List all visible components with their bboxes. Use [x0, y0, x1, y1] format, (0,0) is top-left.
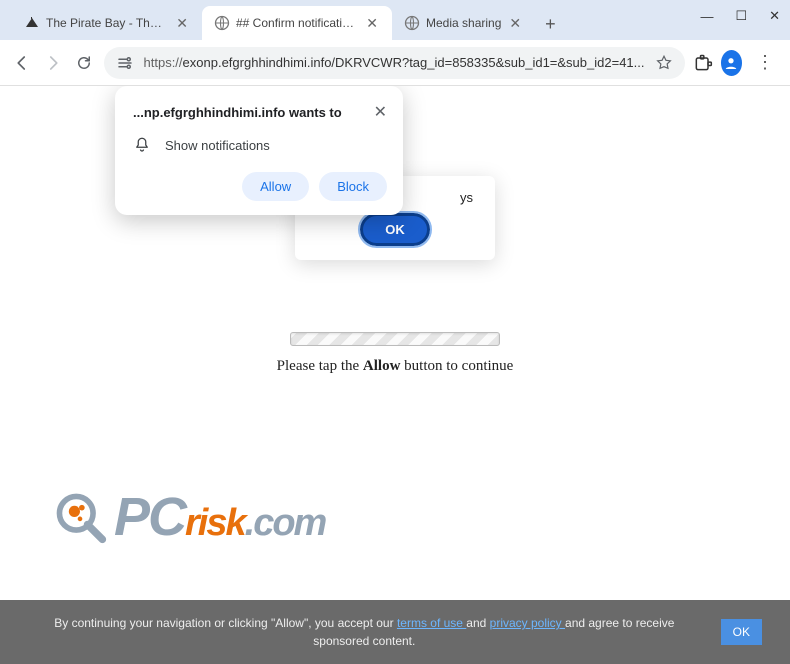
tab-label: The Pirate Bay - The gala: [46, 16, 168, 30]
watermark-com: .com: [245, 502, 326, 545]
site-settings-icon[interactable]: [116, 54, 134, 72]
toolbar: https://exonp.efgrghhindhimi.info/DKRVCW…: [0, 40, 790, 86]
tab-close[interactable]: ✕: [174, 13, 190, 34]
privacy-link[interactable]: privacy policy: [490, 616, 565, 630]
notification-close-icon[interactable]: ✕: [374, 102, 387, 122]
browser-chrome: The Pirate Bay - The gala ✕ ## Confirm n…: [0, 0, 790, 86]
title-bar: The Pirate Bay - The gala ✕ ## Confirm n…: [0, 0, 790, 40]
watermark-pc: PC: [114, 486, 185, 548]
favicon-globe: [404, 15, 420, 31]
address-bar[interactable]: https://exonp.efgrghhindhimi.info/DKRVCW…: [104, 47, 685, 79]
watermark-risk: risk: [185, 502, 245, 545]
bookmark-star-icon[interactable]: [655, 54, 673, 72]
allow-button[interactable]: Allow: [242, 172, 309, 201]
maximize-button[interactable]: ☐: [735, 8, 747, 24]
url-text: https://exonp.efgrghhindhimi.info/DKRVCW…: [144, 55, 645, 70]
progress-instruction: Please tap the Allow button to continue: [0, 358, 790, 375]
favicon-globe: [214, 15, 230, 31]
main-menu-icon[interactable]: ⋮: [750, 52, 780, 73]
minimize-button[interactable]: —: [700, 8, 713, 24]
consent-bar: By continuing your navigation or clickin…: [0, 600, 790, 664]
reload-button[interactable]: [72, 49, 95, 77]
consent-ok-button[interactable]: OK: [721, 619, 762, 645]
window-controls: — ☐ ✕: [700, 8, 780, 24]
alert-ok-button[interactable]: OK: [360, 213, 430, 246]
magnifier-icon: [52, 489, 108, 545]
favicon-pirate: [24, 15, 40, 31]
bell-icon: [133, 136, 151, 154]
notification-permission-prompt: ...np.efgrghhindhimi.info wants to ✕ Sho…: [115, 86, 403, 215]
close-window-button[interactable]: ✕: [769, 8, 780, 24]
notification-origin: ...np.efgrghhindhimi.info wants to: [133, 105, 342, 120]
terms-link[interactable]: terms of use: [397, 616, 466, 630]
new-tab-button[interactable]: +: [535, 14, 566, 35]
tab-media-sharing[interactable]: Media sharing ✕: [392, 6, 535, 40]
pcrisk-watermark: PCrisk.com: [52, 486, 325, 548]
consent-text: By continuing your navigation or clickin…: [28, 614, 701, 650]
tab-confirm-notifications[interactable]: ## Confirm notifications ✕: [202, 6, 392, 40]
block-button[interactable]: Block: [319, 172, 387, 201]
fake-progress-bar: [290, 332, 500, 346]
profile-button[interactable]: [721, 50, 743, 76]
notification-body-text: Show notifications: [165, 138, 270, 153]
tab-label: ## Confirm notifications: [236, 16, 358, 30]
forward-button[interactable]: [41, 49, 64, 77]
tab-pirate-bay[interactable]: The Pirate Bay - The gala ✕: [12, 6, 202, 40]
progress-area: Please tap the Allow button to continue: [0, 332, 790, 375]
back-button[interactable]: [10, 49, 33, 77]
extensions-icon[interactable]: [693, 51, 713, 75]
tab-label: Media sharing: [426, 16, 501, 30]
tab-close[interactable]: ✕: [364, 13, 380, 34]
page-content: ys OK ...np.efgrghhindhimi.info wants to…: [0, 86, 790, 664]
tab-close[interactable]: ✕: [507, 13, 523, 34]
